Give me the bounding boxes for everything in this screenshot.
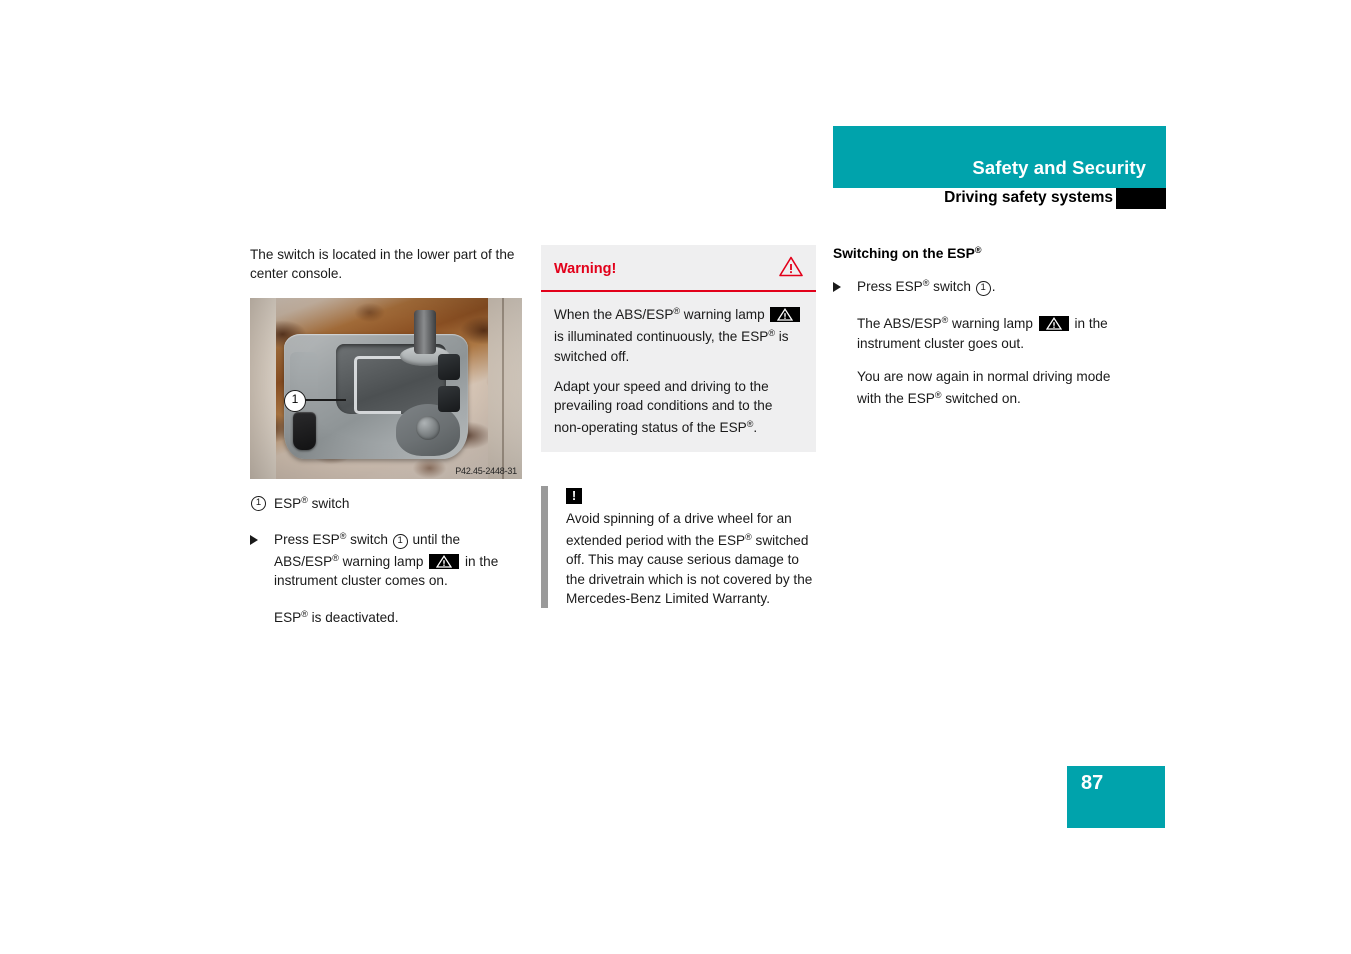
step-press-esp-switch: Press ESP® switch 1 until the ABS/ESP® w…: [250, 527, 522, 591]
esp-switch-in-photo: [293, 411, 316, 450]
step-bullet: [833, 274, 857, 297]
abs-esp-warning-lamp-icon: [429, 554, 460, 570]
chapter-thumb-tab: [1116, 188, 1166, 209]
warning-box-header: Warning!: [541, 245, 816, 292]
header-band: Safety and Security: [833, 126, 1166, 188]
abs-esp-warning-lamp-icon: [770, 307, 801, 322]
section-heading-switching-on: Switching on the ESP®: [833, 245, 982, 261]
page-title: Safety and Security: [972, 157, 1146, 178]
note-text: Avoid spinning of a drive wheel for an e…: [566, 510, 813, 606]
page-number-box: 87: [1067, 766, 1165, 828]
intro-paragraph: The switch is located in the lower part …: [250, 247, 515, 282]
note-content: Avoid spinning of a drive wheel for an e…: [548, 486, 816, 608]
step-result-1: The ABS/ESP® warning lamp in the instrum…: [857, 315, 1108, 351]
step-result-2: You are now again in normal driving mode…: [857, 368, 1111, 407]
leather-right: [488, 297, 522, 479]
abs-esp-warning-lamp-icon: [1038, 316, 1069, 332]
legend-text: ESP® switch: [274, 494, 350, 511]
warning-triangle-icon: [779, 256, 803, 282]
registered-mark: ®: [332, 553, 339, 564]
registered-mark: ®: [301, 494, 308, 505]
callout-ref-1: 1: [392, 533, 408, 549]
warning-paragraph-1: When the ABS/ESP® warning lamp is illumi…: [554, 302, 803, 366]
exclamation-note-icon: [566, 487, 582, 504]
registered-mark: ®: [974, 245, 982, 255]
registered-mark: ®: [745, 532, 752, 543]
bullet-arrow-icon: [833, 282, 841, 292]
step-press-esp-switch-on: Press ESP® switch 1.: [833, 274, 1113, 297]
right-column: Switching on the ESP® Press ESP® switch …: [833, 245, 1113, 408]
section-subtitle: Driving safety systems: [944, 189, 1113, 206]
warning-box: Warning! When the ABS/ESP® warning lamp …: [541, 245, 816, 452]
photo-reference-code: P42.45-2448-31: [455, 465, 517, 476]
console-plate: [284, 309, 468, 459]
warning-paragraph-2: Adapt your speed and driving to the prev…: [554, 378, 773, 436]
note-box: Avoid spinning of a drive wheel for an e…: [541, 485, 816, 609]
shift-lever: [414, 309, 436, 354]
callout-marker-1: 1: [284, 389, 306, 412]
callout-ref-1: 1: [975, 281, 991, 296]
step-bullet: [250, 527, 274, 550]
note-accent-bar: [541, 485, 548, 609]
middle-column: Warning! When the ABS/ESP® warning lamp …: [541, 245, 816, 609]
warning-box-body: When the ABS/ESP® warning lamp is illumi…: [541, 292, 816, 452]
center-console-photo: 1 P42.45-2448-31: [250, 297, 522, 479]
step-text: Press ESP® switch 1 until the ABS/ESP® w…: [274, 530, 499, 589]
warning-label: Warning!: [554, 261, 617, 277]
gate-path: [354, 355, 401, 414]
step-text: Press ESP® switch 1.: [857, 278, 996, 296]
left-column: The switch is located in the lower part …: [250, 245, 522, 627]
step-result: ESP® is deactivated.: [274, 608, 399, 625]
console-button-1: [438, 353, 460, 380]
leather-left: [250, 297, 276, 479]
bullet-arrow-icon: [250, 534, 258, 545]
console-button-2: [438, 385, 460, 412]
legend-item-1: 1 ESP® switch: [250, 491, 522, 513]
callout-leader-line: [304, 398, 346, 401]
manual-page: Safety and Security Driving safety syste…: [0, 0, 1351, 954]
registered-mark: ®: [301, 608, 308, 619]
page-number: 87: [1081, 772, 1104, 794]
registered-mark: ®: [768, 328, 775, 339]
legend-marker: 1: [250, 491, 274, 511]
